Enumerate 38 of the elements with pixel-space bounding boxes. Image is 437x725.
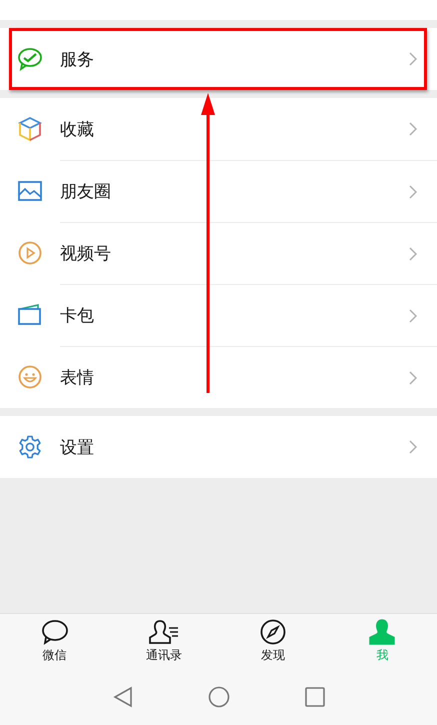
chevron-right-icon xyxy=(409,122,417,136)
tab[interactable]: 发现 xyxy=(218,614,328,669)
chevron-right-icon xyxy=(409,308,417,322)
chevron-right-icon xyxy=(409,370,417,384)
chat-check-icon xyxy=(17,47,43,71)
recent-apps-icon[interactable] xyxy=(304,687,324,707)
tab[interactable]: 通讯录 xyxy=(109,614,218,669)
menu-item-label: 卡包 xyxy=(60,305,94,327)
cube-icon xyxy=(18,116,42,142)
play-icon xyxy=(18,241,42,265)
tab[interactable]: 微信 xyxy=(0,614,110,669)
settings-icon xyxy=(18,435,42,459)
wallet-icon xyxy=(18,304,42,326)
chat-bubble-icon xyxy=(40,619,69,645)
menu-item-label: 服务 xyxy=(60,48,94,70)
image-icon xyxy=(18,181,42,201)
menu-item-label: 设置 xyxy=(60,436,94,458)
smiley-icon xyxy=(18,365,42,389)
menu-item-label: 表情 xyxy=(60,367,94,389)
menu-item-label: 收藏 xyxy=(60,118,94,140)
contacts-icon xyxy=(148,619,180,645)
back-icon[interactable] xyxy=(112,686,132,708)
menu-item[interactable]: 设置 xyxy=(0,416,437,478)
menu-item-label: 朋友圈 xyxy=(60,181,111,203)
menu-item[interactable]: 卡包 xyxy=(0,284,437,346)
chevron-right-icon xyxy=(409,184,417,198)
menu-item-label: 视频号 xyxy=(60,243,111,265)
menu-item[interactable]: 视频号 xyxy=(0,222,437,284)
chevron-right-icon xyxy=(409,246,417,260)
menu-item[interactable]: 收藏 xyxy=(0,98,437,160)
compass-icon xyxy=(260,619,286,645)
menu-item[interactable]: 朋友圈 xyxy=(0,160,437,222)
chevron-right-icon xyxy=(409,52,417,66)
chevron-right-icon xyxy=(409,440,417,454)
menu-item[interactable]: 表情 xyxy=(0,346,437,408)
home-icon[interactable] xyxy=(208,686,230,708)
menu-item[interactable]: 服务 xyxy=(0,28,437,90)
person-icon xyxy=(369,619,396,645)
